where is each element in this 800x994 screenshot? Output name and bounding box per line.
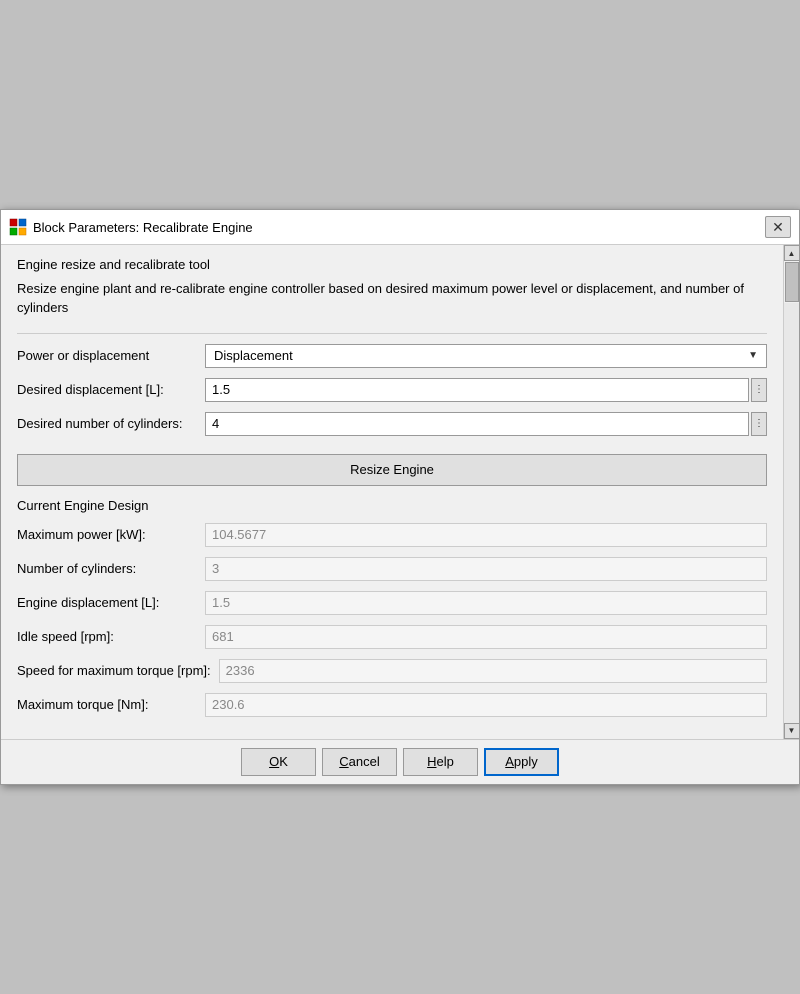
help-button[interactable]: Help — [403, 748, 478, 776]
desired-cylinders-label: Desired number of cylinders: — [17, 416, 197, 431]
block-icon — [9, 218, 27, 236]
apply-rest: pply — [514, 754, 538, 769]
desired-cylinders-input[interactable] — [205, 412, 749, 436]
divider-1 — [17, 333, 767, 334]
num-cylinders-field — [205, 557, 767, 581]
title-bar-left: Block Parameters: Recalibrate Engine — [9, 218, 253, 236]
section-title: Engine resize and recalibrate tool — [17, 257, 767, 272]
close-button[interactable]: ✕ — [765, 216, 791, 238]
scrollbar-thumb[interactable] — [785, 262, 799, 302]
three-dots-icon: ⋮ — [754, 384, 764, 395]
max-power-field — [205, 523, 767, 547]
ok-underline: O — [269, 754, 279, 769]
speed-max-torque-label: Speed for maximum torque [rpm]: — [17, 663, 211, 678]
engine-displacement-field — [205, 591, 767, 615]
three-dots-icon-2: ⋮ — [754, 418, 764, 429]
dropdown-arrow-icon: ▼ — [748, 350, 758, 361]
resize-engine-button[interactable]: Resize Engine — [17, 454, 767, 486]
power-displacement-row: Power or displacement Displacement ▼ — [17, 344, 767, 368]
desired-cylinders-menu-btn[interactable]: ⋮ — [751, 412, 767, 436]
desired-displacement-row: Desired displacement [L]: ⋮ — [17, 378, 767, 402]
engine-displacement-row: Engine displacement [L]: — [17, 591, 767, 615]
power-displacement-dropdown-container: Displacement ▼ — [205, 344, 767, 368]
engine-displacement-label: Engine displacement [L]: — [17, 595, 197, 610]
current-design-label: Current Engine Design — [17, 498, 767, 513]
help-underline: H — [427, 754, 436, 769]
ok-rest: K — [279, 754, 288, 769]
main-content: Engine resize and recalibrate tool Resiz… — [1, 245, 783, 738]
speed-max-torque-row: Speed for maximum torque [rpm]: — [17, 659, 767, 683]
idle-speed-label: Idle speed [rpm]: — [17, 629, 197, 644]
idle-speed-row: Idle speed [rpm]: — [17, 625, 767, 649]
speed-max-torque-field — [219, 659, 767, 683]
desired-displacement-label: Desired displacement [L]: — [17, 382, 197, 397]
max-torque-field — [205, 693, 767, 717]
desired-displacement-input-wrapper: ⋮ — [205, 378, 767, 402]
desired-cylinders-row: Desired number of cylinders: ⋮ — [17, 412, 767, 436]
window-title: Block Parameters: Recalibrate Engine — [33, 220, 253, 235]
max-torque-label: Maximum torque [Nm]: — [17, 697, 197, 712]
content-area: Engine resize and recalibrate tool Resiz… — [1, 245, 799, 738]
max-power-label: Maximum power [kW]: — [17, 527, 197, 542]
help-rest: elp — [437, 754, 454, 769]
main-window: Block Parameters: Recalibrate Engine ✕ E… — [0, 209, 800, 784]
desired-displacement-input[interactable] — [205, 378, 749, 402]
ok-button[interactable]: OK — [241, 748, 316, 776]
power-displacement-label: Power or displacement — [17, 348, 197, 363]
cancel-rest: ancel — [349, 754, 380, 769]
num-cylinders-label: Number of cylinders: — [17, 561, 197, 576]
max-power-row: Maximum power [kW]: — [17, 523, 767, 547]
title-bar: Block Parameters: Recalibrate Engine ✕ — [1, 210, 799, 245]
idle-speed-field — [205, 625, 767, 649]
scroll-down-arrow[interactable]: ▼ — [784, 723, 800, 739]
apply-underline: A — [505, 754, 514, 769]
desired-displacement-menu-btn[interactable]: ⋮ — [751, 378, 767, 402]
desired-cylinders-input-wrapper: ⋮ — [205, 412, 767, 436]
scroll-up-arrow[interactable]: ▲ — [784, 245, 800, 261]
power-displacement-dropdown[interactable]: Displacement ▼ — [205, 344, 767, 368]
cancel-underline: C — [339, 754, 348, 769]
footer: OK Cancel Help Apply — [1, 739, 799, 784]
dropdown-value: Displacement — [214, 348, 293, 363]
num-cylinders-row: Number of cylinders: — [17, 557, 767, 581]
description-text: Resize engine plant and re-calibrate eng… — [17, 280, 767, 316]
scrollbar: ▲ ▼ — [783, 245, 799, 738]
cancel-button[interactable]: Cancel — [322, 748, 397, 776]
max-torque-row: Maximum torque [Nm]: — [17, 693, 767, 717]
scrollbar-track[interactable] — [784, 303, 799, 722]
apply-button[interactable]: Apply — [484, 748, 559, 776]
